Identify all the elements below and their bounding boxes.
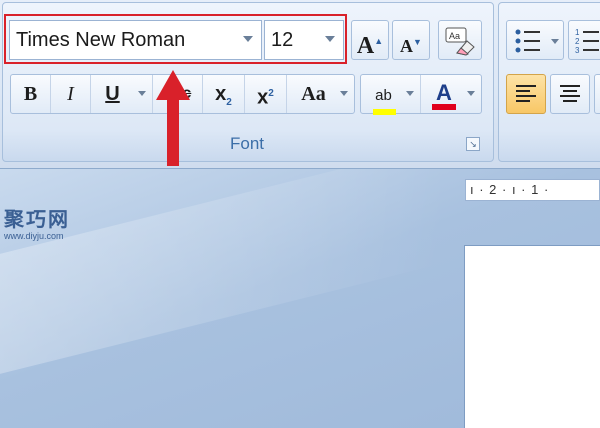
shrink-font-button[interactable]: A▼: [392, 20, 430, 60]
chevron-down-icon[interactable]: [340, 91, 348, 96]
align-left-icon: [516, 85, 536, 102]
font-color-button[interactable]: A: [421, 75, 481, 113]
align-left-button[interactable]: [506, 74, 546, 114]
bold-button[interactable]: B: [11, 75, 51, 113]
red-highlight-box: [4, 14, 347, 64]
grow-font-icon: A: [356, 33, 375, 59]
dialog-launcher-icon[interactable]: ↘: [466, 137, 480, 151]
clear-formatting-button[interactable]: Aa: [438, 20, 482, 60]
svg-text:2: 2: [575, 37, 580, 46]
horizontal-ruler[interactable]: ı · 2 · ı · 1 ·: [465, 179, 600, 201]
numbering-button[interactable]: 1 2 3: [568, 20, 600, 60]
numbered-list-icon: 1 2 3: [575, 28, 599, 55]
chevron-down-icon[interactable]: [467, 91, 475, 96]
clear-format-text: Aa: [449, 31, 460, 41]
align-right-button[interactable]: [594, 74, 600, 114]
triangle-up-icon: ▲: [374, 36, 384, 46]
svg-text:1: 1: [575, 28, 580, 37]
svg-text:3: 3: [575, 46, 580, 55]
chevron-down-icon[interactable]: [138, 91, 146, 96]
italic-button[interactable]: I: [51, 75, 91, 113]
font-group-label: Font: [229, 134, 265, 153]
grow-font-button[interactable]: A▲: [351, 20, 389, 60]
watermark-logo: 聚巧网 www.diyju.com: [4, 209, 70, 241]
superscript-button[interactable]: x2: [245, 75, 287, 113]
ribbon: Times New Roman 12 A▲ A▼ Aa B I U abc x2: [0, 0, 600, 169]
shrink-font-icon: A: [400, 36, 414, 56]
color-strip: ab A: [360, 74, 482, 115]
font-color-icon: A: [432, 80, 456, 110]
eraser-icon: Aa: [445, 27, 475, 56]
arrow-up-icon: [156, 70, 190, 166]
align-center-icon: [560, 85, 580, 102]
change-case-button[interactable]: Aa: [287, 75, 354, 113]
bullet-list-icon: [515, 29, 559, 53]
align-center-button[interactable]: [550, 74, 590, 114]
background-swoosh: [0, 169, 440, 394]
triangle-down-icon: ▼: [413, 37, 422, 47]
document-page[interactable]: [464, 245, 600, 428]
subscript-button[interactable]: x2: [203, 75, 245, 113]
bullets-button[interactable]: [506, 20, 564, 60]
text-highlight-button[interactable]: ab: [361, 75, 421, 115]
underline-button[interactable]: U: [91, 75, 153, 113]
chevron-down-icon[interactable]: [406, 91, 414, 96]
highlighter-icon: ab: [373, 85, 396, 115]
document-area: ı · 2 · ı · 1 · 聚巧网 www.diyju.com: [0, 169, 600, 428]
